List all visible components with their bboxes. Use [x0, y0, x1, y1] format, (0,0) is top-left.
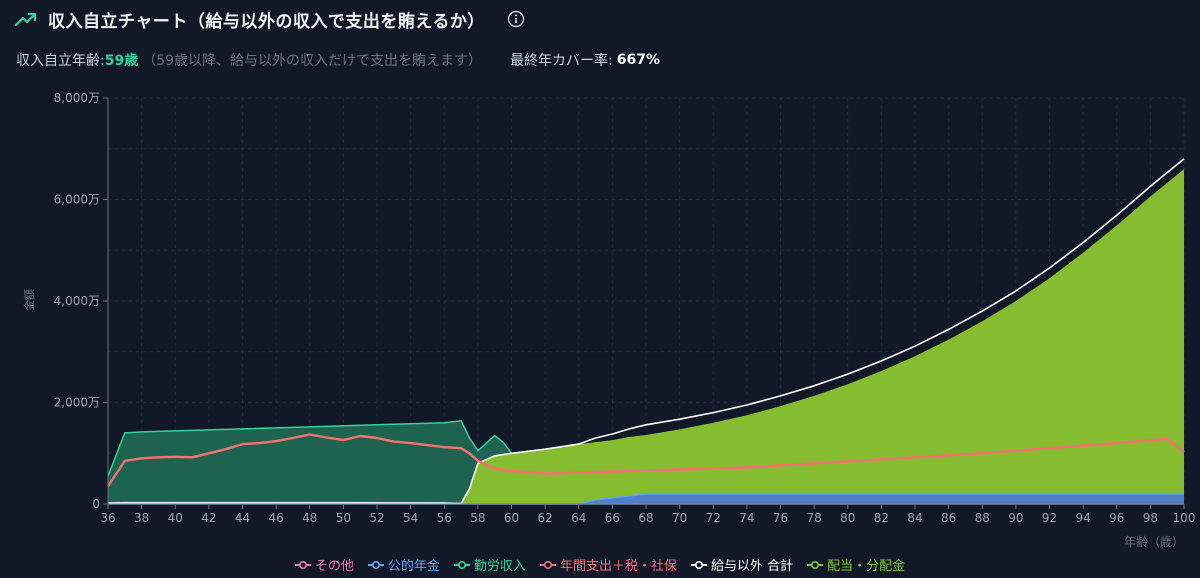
x-tick-label: 42	[201, 511, 216, 525]
chart-legend: その他 公的年金 勤労収入 年間支出＋税・社保 給与以外 合計 配当・分配金	[0, 555, 1200, 574]
y-axis-label: 金額	[22, 289, 36, 311]
legend-label: 年間支出＋税・社保	[559, 559, 677, 574]
x-tick-label: 88	[975, 511, 990, 525]
x-tick-label: 60	[504, 511, 519, 525]
x-tick-label: 44	[235, 511, 250, 525]
x-tick-label: 66	[605, 511, 620, 525]
x-tick-label: 38	[134, 511, 149, 525]
y-tick-label: 0	[92, 497, 100, 511]
x-tick-label: 64	[571, 511, 586, 525]
legend-item-expense[interactable]: 年間支出＋税・社保	[539, 555, 677, 574]
y-tick-label: 2,000万	[54, 396, 100, 410]
x-tick-label: 80	[840, 511, 855, 525]
y-tick-label: 8,000万	[54, 91, 100, 105]
x-tick-label: 94	[1075, 511, 1090, 525]
x-tick-label: 40	[168, 511, 183, 525]
x-tick-label: 100	[1173, 511, 1196, 525]
legend-marker-icon	[807, 560, 824, 569]
x-tick-label: 56	[437, 511, 452, 525]
legend-marker-icon	[690, 560, 707, 569]
x-tick-label: 84	[907, 511, 922, 525]
legend-label: 配当・分配金	[827, 559, 906, 574]
x-tick-label: 96	[1109, 511, 1124, 525]
x-tick-label: 92	[1042, 511, 1057, 525]
series-earned-income-area	[108, 420, 512, 504]
legend-item-dividends[interactable]: 配当・分配金	[807, 555, 905, 574]
x-tick-label: 76	[773, 511, 788, 525]
x-tick-label: 48	[302, 511, 317, 525]
x-tick-label: 82	[874, 511, 889, 525]
y-tick-label: 6,000万	[54, 193, 100, 207]
x-tick-label: 70	[672, 511, 687, 525]
x-tick-label: 36	[100, 511, 115, 525]
legend-marker-icon	[294, 560, 311, 569]
x-tick-label: 98	[1143, 511, 1158, 525]
legend-item-other[interactable]: その他	[294, 555, 354, 574]
legend-label: 勤労収入	[473, 559, 526, 574]
x-tick-label: 54	[403, 511, 418, 525]
x-tick-label: 78	[806, 511, 821, 525]
x-tick-label: 62	[537, 511, 552, 525]
x-tick-label: 58	[470, 511, 485, 525]
x-tick-label: 72	[706, 511, 721, 525]
legend-item-pension[interactable]: 公的年金	[367, 555, 440, 574]
x-tick-label: 90	[1008, 511, 1023, 525]
legend-label: 給与以外 合計	[710, 559, 794, 574]
x-tick-label: 74	[739, 511, 754, 525]
y-tick-label: 4,000万	[54, 294, 100, 308]
x-axis-label: 年齢（歳）	[1124, 534, 1184, 549]
legend-marker-icon	[367, 560, 384, 569]
x-tick-label: 68	[638, 511, 653, 525]
x-tick-label: 50	[336, 511, 351, 525]
x-tick-label: 52	[369, 511, 384, 525]
income-independence-chart: 36 38 40 42 44 46 48 50 52 54 56 58 60 62 64 66 68 70 72 74…	[22, 91, 1196, 549]
legend-marker-icon	[539, 560, 556, 569]
legend-item-non-salary-total[interactable]: 給与以外 合計	[690, 555, 794, 574]
legend-item-earned-income[interactable]: 勤労収入	[453, 555, 526, 574]
x-tick-label: 86	[941, 511, 956, 525]
legend-marker-icon	[453, 560, 470, 569]
legend-label: 公的年金	[387, 559, 440, 574]
x-tick-label: 46	[268, 511, 283, 525]
legend-label: その他	[314, 559, 354, 574]
